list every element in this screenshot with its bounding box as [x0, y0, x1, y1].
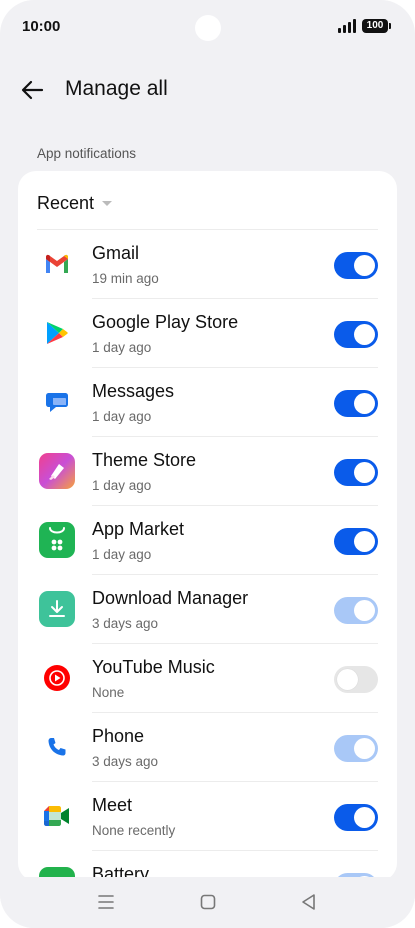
notification-toggle-youtube-music[interactable]: [334, 666, 378, 693]
section-label: App notifications: [37, 146, 137, 161]
app-last-notified: 1 day ago: [92, 409, 152, 424]
toggle-knob: [354, 462, 375, 483]
app-last-notified: 19 min ago: [92, 271, 159, 286]
notification-toggle-meet[interactable]: [334, 804, 378, 831]
battery-icon: 100: [362, 19, 391, 33]
gmail-icon: [39, 246, 75, 282]
notification-toggle-app-market[interactable]: [334, 528, 378, 555]
app-last-notified: 1 day ago: [92, 478, 152, 493]
app-name: Google Play Store: [92, 312, 239, 332]
toggle-knob: [354, 807, 375, 828]
download-manager-icon: [39, 591, 75, 627]
recents-button[interactable]: [95, 891, 117, 913]
app-last-notified: 3 days ago: [92, 616, 159, 631]
app-name: YouTube Music: [92, 657, 215, 677]
app-list-card: Recent Gmail 19 min ago Google Play Stor…: [18, 171, 397, 881]
sort-filter-label: Recent: [37, 192, 95, 213]
back-nav-button[interactable]: [298, 891, 320, 913]
meet-icon: [39, 798, 75, 834]
app-name: Theme Store: [92, 450, 197, 470]
app-last-notified: 1 day ago: [92, 547, 152, 562]
toggle-knob: [354, 324, 375, 345]
menu-icon: [98, 895, 114, 909]
app-row-gmail[interactable]: Gmail 19 min ago: [18, 230, 397, 299]
app-row-messages[interactable]: Messages 1 day ago: [18, 368, 397, 437]
youtube-music-icon: [39, 660, 75, 696]
app-last-notified: 3 days ago: [92, 754, 159, 769]
theme-store-icon: [39, 453, 75, 489]
app-row-phone[interactable]: Phone 3 days ago: [18, 713, 397, 782]
app-row-google-play-store[interactable]: Google Play Store 1 day ago: [18, 299, 397, 368]
app-name: Phone: [92, 726, 145, 746]
home-square-icon: [200, 894, 216, 910]
app-row-meet[interactable]: Meet None recently: [18, 782, 397, 851]
app-row-theme-store[interactable]: Theme Store 1 day ago: [18, 437, 397, 506]
app-name: Download Manager: [92, 588, 249, 608]
home-button[interactable]: [197, 891, 219, 913]
notification-toggle-theme-store[interactable]: [334, 459, 378, 486]
status-bar: 10:00 100: [0, 0, 415, 56]
toggle-knob: [354, 531, 375, 552]
app-last-notified: None: [92, 685, 125, 700]
app-name: App Market: [92, 519, 185, 539]
page-title: Manage all: [65, 77, 168, 100]
messages-icon: [39, 384, 75, 420]
app-row-download-manager[interactable]: Download Manager 3 days ago: [18, 575, 397, 644]
front-camera: [195, 15, 221, 41]
status-time: 10:00: [22, 18, 61, 35]
notification-toggle-messages[interactable]: [334, 390, 378, 417]
toggle-knob: [354, 255, 375, 276]
app-last-notified: None recently: [92, 823, 176, 838]
app-last-notified: 1 day ago: [92, 340, 152, 355]
navigation-bar: [0, 877, 415, 928]
notification-toggle-gmail[interactable]: [334, 252, 378, 279]
toggle-knob: [337, 669, 358, 690]
toggle-knob: [354, 738, 375, 759]
toggle-knob: [354, 600, 375, 621]
notification-toggle-download-manager[interactable]: [334, 597, 378, 624]
app-name: Messages: [92, 381, 175, 401]
chevron-down-icon: [102, 200, 113, 206]
app-name: Gmail: [92, 243, 140, 263]
back-arrow-icon: [21, 80, 44, 100]
toggle-knob: [354, 393, 375, 414]
back-button[interactable]: [18, 75, 48, 105]
app-row-youtube-music[interactable]: YouTube Music None: [18, 644, 397, 713]
app-row-app-market[interactable]: App Market 1 day ago: [18, 506, 397, 575]
phone-screen: 10:00 100 Manage all App notifications R…: [0, 0, 415, 928]
app-name: Meet: [92, 795, 133, 815]
back-triangle-icon: [302, 894, 315, 910]
notification-toggle-google-play-store[interactable]: [334, 321, 378, 348]
app-market-icon: [39, 522, 75, 558]
google-play-store-icon: [39, 315, 75, 351]
sort-filter-dropdown[interactable]: Recent: [37, 191, 113, 215]
signal-icon: [338, 19, 358, 33]
phone-icon: [39, 729, 75, 765]
notification-toggle-phone[interactable]: [334, 735, 378, 762]
